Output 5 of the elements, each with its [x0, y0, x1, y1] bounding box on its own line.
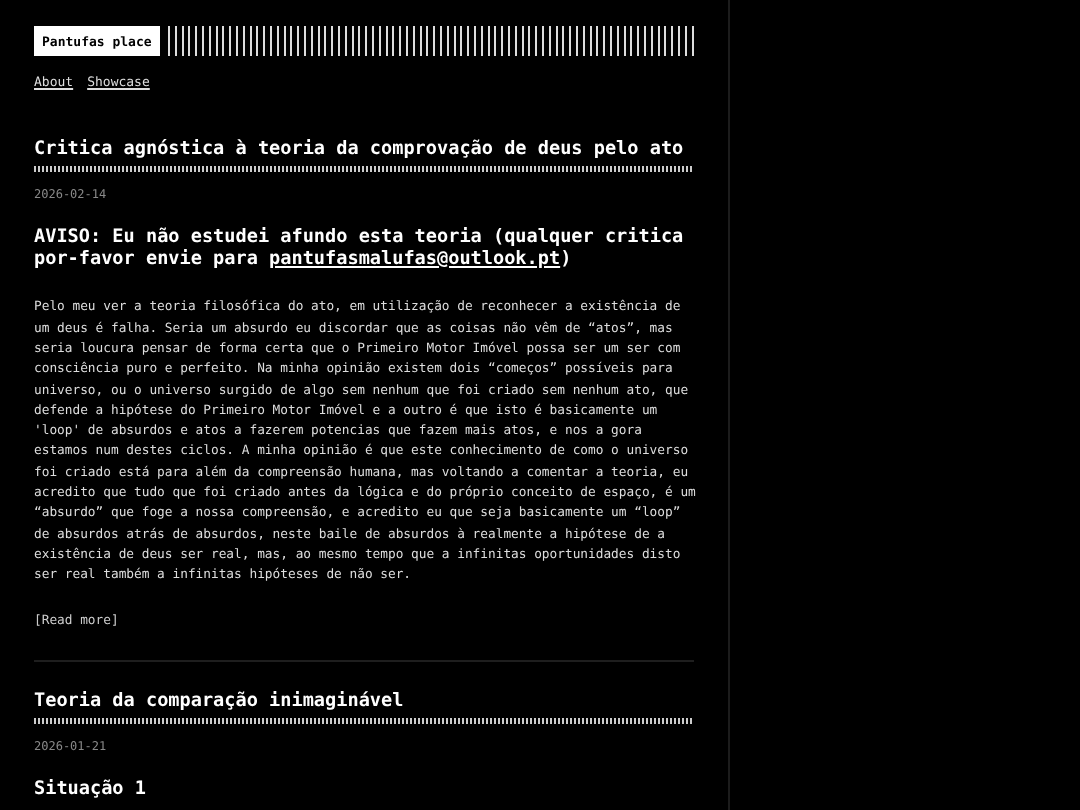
- post-title[interactable]: Critica agnóstica à teoria da comprovação de deus pelo ato: [34, 138, 694, 160]
- post-heading: Situação 1: [34, 779, 148, 801]
- post-heading: AVISO: Eu não estudei afundo esta teoria (qualquer critica por-favor envie para pantufasmalufas@outlook.pt): [34, 228, 686, 271]
- email-link[interactable]: pantufasmalufas@outlook.pt: [269, 247, 561, 270]
- post-title[interactable]: Teoria da comparação inimaginável: [34, 689, 694, 712]
